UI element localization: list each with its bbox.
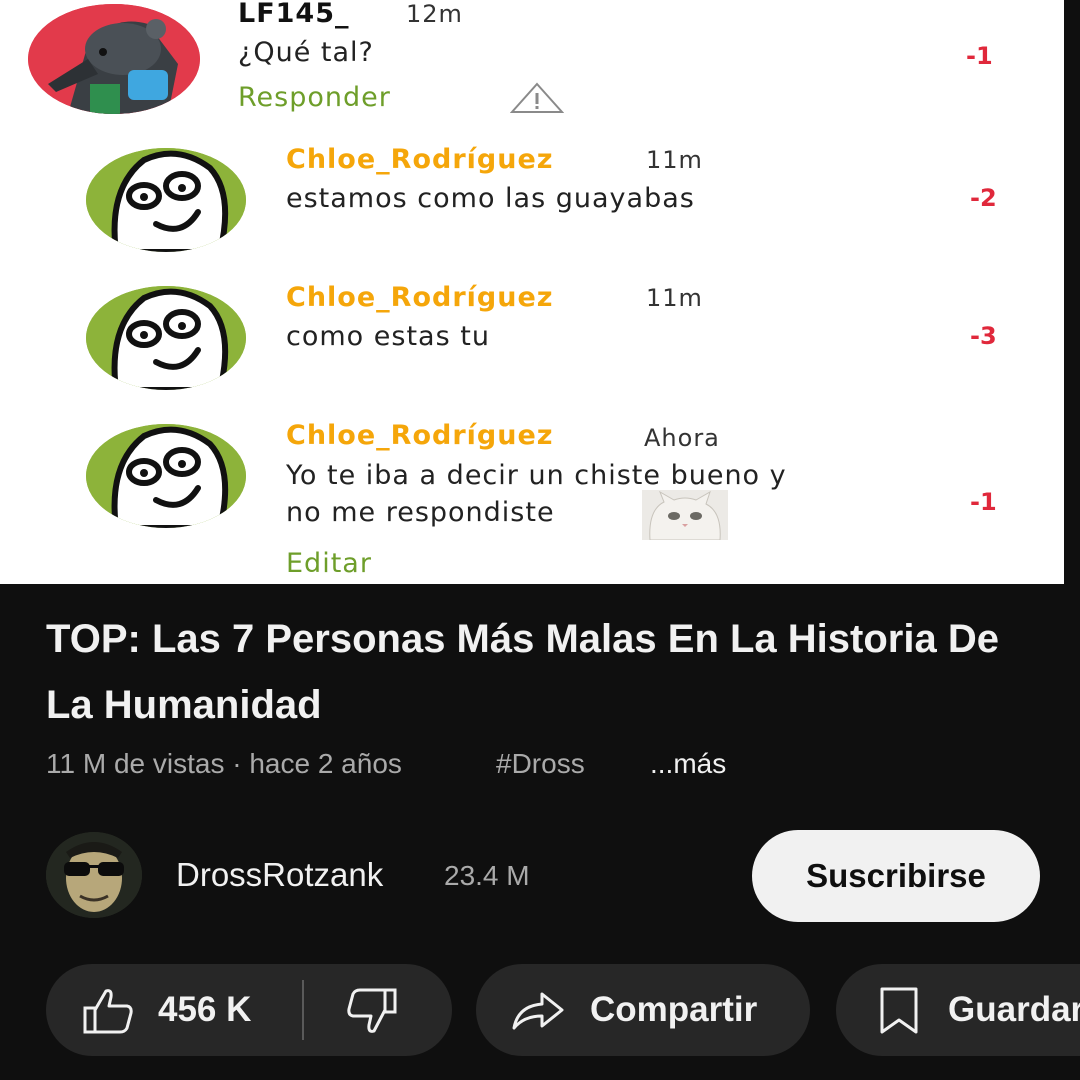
- comments-section: LF145_ 12m ¿Qué tal? -1 Responder Chloe_…: [0, 0, 1064, 584]
- comment-text: ¿Qué tal?: [238, 37, 374, 68]
- comment-author[interactable]: LF145_: [238, 0, 350, 29]
- comment-text-line1: Yo te iba a decir un chiste bueno y: [286, 460, 787, 491]
- video-hashtag[interactable]: #Dross: [496, 748, 585, 780]
- ghost-avatar[interactable]: [86, 286, 246, 390]
- video-views[interactable]: 11 M de vistas · hace 2 años: [46, 748, 402, 780]
- comment-time: 11m: [646, 284, 703, 312]
- share-label: Compartir: [590, 990, 758, 1029]
- comment-score: -1: [966, 42, 993, 70]
- save-button[interactable]: Guardar: [836, 964, 1080, 1056]
- video-title[interactable]: TOP: Las 7 Personas Más Malas En La Hist…: [46, 606, 1006, 738]
- more-link[interactable]: ...más: [650, 748, 726, 780]
- comment-text-line2: no me respondiste: [286, 497, 555, 528]
- report-icon[interactable]: [509, 82, 565, 114]
- share-icon: [512, 992, 564, 1030]
- dislike-button[interactable]: [304, 964, 452, 1056]
- comment-score: -2: [970, 184, 997, 212]
- channel-avatar[interactable]: [46, 832, 142, 918]
- share-button[interactable]: Compartir: [476, 964, 810, 1056]
- comment-time: Ahora: [644, 424, 720, 452]
- rat-avatar[interactable]: [28, 4, 200, 114]
- screen-edge: [1064, 0, 1080, 584]
- comment-author[interactable]: Chloe_Rodríguez: [286, 282, 553, 313]
- edit-button[interactable]: Editar: [286, 548, 372, 579]
- comment-time: 11m: [646, 146, 703, 174]
- comment-author[interactable]: Chloe_Rodríguez: [286, 420, 553, 451]
- ghost-avatar[interactable]: [86, 148, 246, 252]
- like-dislike-group: 456 K: [46, 964, 452, 1056]
- subscriber-count: 23.4 M: [444, 860, 530, 891]
- bookmark-icon: [880, 987, 918, 1034]
- like-button[interactable]: 456 K: [46, 964, 302, 1056]
- thumbs-down-icon: [347, 988, 397, 1033]
- subscribe-button[interactable]: Suscribirse: [752, 830, 1040, 922]
- sad-cat-emoji-icon: [642, 490, 728, 541]
- comment-author[interactable]: Chloe_Rodríguez: [286, 144, 553, 175]
- reply-button[interactable]: Responder: [238, 82, 391, 113]
- channel-name[interactable]: DrossRotzank: [176, 856, 383, 894]
- like-count: 456 K: [158, 990, 252, 1029]
- comment-score: -3: [970, 322, 997, 350]
- comment-score: -1: [970, 488, 997, 516]
- ghost-avatar[interactable]: [86, 424, 246, 528]
- save-label: Guardar: [948, 990, 1080, 1029]
- comment-text: como estas tu: [286, 321, 490, 352]
- comment-text: estamos como las guayabas: [286, 183, 695, 214]
- comment-time: 12m: [406, 0, 463, 28]
- thumbs-up-icon: [83, 989, 133, 1034]
